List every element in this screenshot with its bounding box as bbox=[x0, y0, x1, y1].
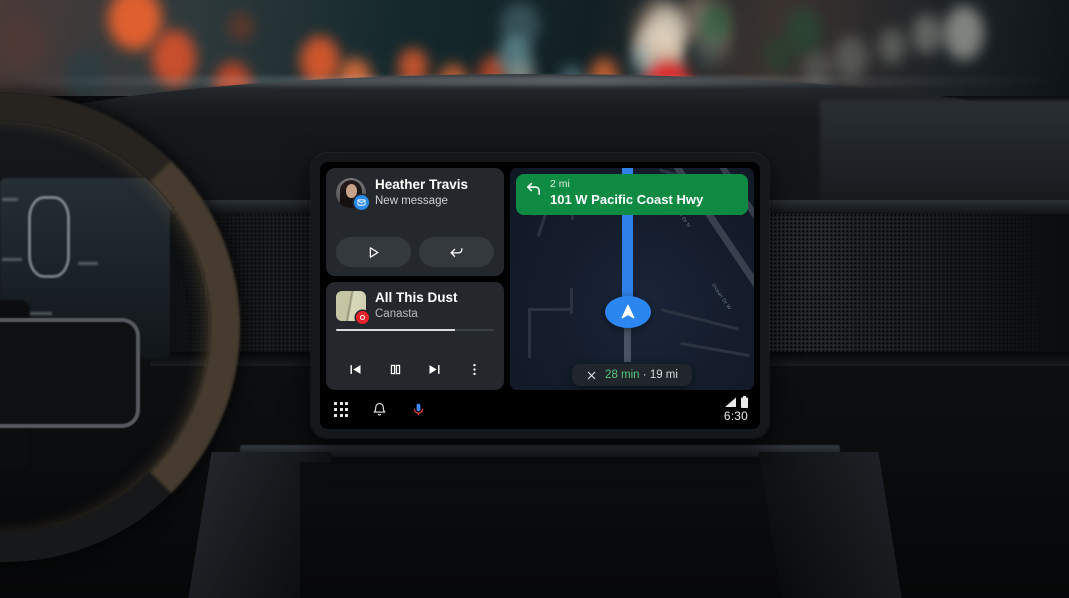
message-badge-icon bbox=[354, 194, 369, 210]
bell-icon bbox=[373, 403, 386, 416]
clock: 6:30 bbox=[723, 409, 748, 423]
eta-separator: · bbox=[639, 369, 650, 381]
navigation-arrow-icon bbox=[605, 296, 651, 328]
next-track-button[interactable] bbox=[415, 356, 455, 382]
media-controls bbox=[336, 356, 494, 384]
message-text: Heather Travis New message bbox=[375, 177, 468, 208]
microphone-icon bbox=[414, 403, 424, 416]
map-road bbox=[660, 308, 740, 331]
message-card[interactable]: Heather Travis New message bbox=[326, 168, 504, 276]
all-apps-button[interactable] bbox=[334, 402, 349, 417]
media-header: All This Dust Canasta bbox=[336, 290, 494, 324]
message-sender: Heather Travis bbox=[375, 177, 469, 192]
message-header: Heather Travis New message bbox=[336, 177, 494, 210]
previous-track-icon bbox=[350, 364, 361, 374]
center-console-right bbox=[758, 452, 902, 598]
status-indicators bbox=[724, 396, 748, 408]
close-icon[interactable] bbox=[586, 370, 597, 381]
map-road bbox=[528, 308, 572, 311]
head-unit-bezel: Heather Travis New message All This Dust… bbox=[311, 153, 769, 438]
status-bar: 6:30 bbox=[320, 390, 760, 429]
map-road bbox=[680, 341, 750, 358]
eta-text: 28 min · 19 mi bbox=[605, 369, 678, 381]
apps-grid-icon bbox=[334, 402, 349, 417]
status-bar-left bbox=[334, 402, 426, 417]
previous-track-button[interactable] bbox=[336, 356, 376, 382]
assistant-button[interactable] bbox=[411, 402, 426, 417]
grille-shadow-right bbox=[830, 214, 1069, 354]
eta-duration: 28 min bbox=[605, 369, 640, 381]
passenger-dashboard bbox=[820, 100, 1069, 210]
turn-left-icon bbox=[527, 182, 540, 195]
pause-button[interactable] bbox=[376, 356, 416, 382]
status-bar-right: 6:30 bbox=[724, 396, 748, 423]
dashboard-sheen bbox=[0, 76, 1069, 86]
media-app-badge-icon bbox=[356, 310, 369, 324]
navigation-distance: 2 mi bbox=[550, 178, 570, 190]
map-canvas[interactable]: Ocean Dr N Ocean Dr W 2 mi 101 W Pacific… bbox=[510, 168, 754, 390]
media-overflow-button[interactable] bbox=[455, 356, 495, 382]
notifications-button[interactable] bbox=[372, 402, 387, 417]
media-text: All This Dust Canasta bbox=[375, 290, 458, 321]
message-actions bbox=[336, 237, 494, 267]
navigation-banner-text: 2 mi 101 W Pacific Coast Hwy bbox=[550, 178, 704, 208]
reply-button[interactable] bbox=[419, 237, 494, 267]
avatar-wrapper bbox=[336, 177, 369, 210]
map-road bbox=[570, 288, 573, 314]
eta-pill[interactable]: 28 min · 19 mi bbox=[572, 364, 692, 386]
android-auto-screen: Heather Travis New message All This Dust… bbox=[320, 162, 760, 429]
battery-icon bbox=[741, 396, 748, 408]
eta-distance: 19 mi bbox=[649, 369, 678, 381]
navigation-road-name: 101 W Pacific Coast Hwy bbox=[550, 191, 704, 207]
play-icon bbox=[369, 246, 379, 258]
next-track-icon bbox=[429, 364, 440, 374]
media-progress-bar[interactable] bbox=[336, 329, 494, 332]
center-console bbox=[300, 462, 780, 598]
navigation-panel[interactable]: Ocean Dr N Ocean Dr W 2 mi 101 W Pacific… bbox=[510, 168, 754, 390]
play-message-button[interactable] bbox=[336, 237, 411, 267]
media-artist: Canasta bbox=[375, 307, 418, 320]
media-card[interactable]: All This Dust Canasta bbox=[326, 282, 504, 390]
signal-icon bbox=[725, 397, 736, 407]
map-road bbox=[528, 308, 531, 358]
more-vertical-icon bbox=[473, 363, 476, 375]
reply-icon bbox=[450, 247, 463, 257]
message-status: New message bbox=[375, 194, 448, 207]
navigation-banner: 2 mi 101 W Pacific Coast Hwy bbox=[516, 174, 748, 215]
cards-column: Heather Travis New message All This Dust… bbox=[326, 168, 504, 390]
media-progress-fill bbox=[336, 329, 455, 332]
media-title: All This Dust bbox=[375, 290, 458, 305]
car-interior-scene: Heather Travis New message All This Dust… bbox=[0, 0, 1069, 598]
map-road-label: Ocean Dr W bbox=[710, 282, 733, 312]
album-art-wrapper bbox=[336, 290, 369, 324]
pause-icon bbox=[390, 364, 400, 374]
